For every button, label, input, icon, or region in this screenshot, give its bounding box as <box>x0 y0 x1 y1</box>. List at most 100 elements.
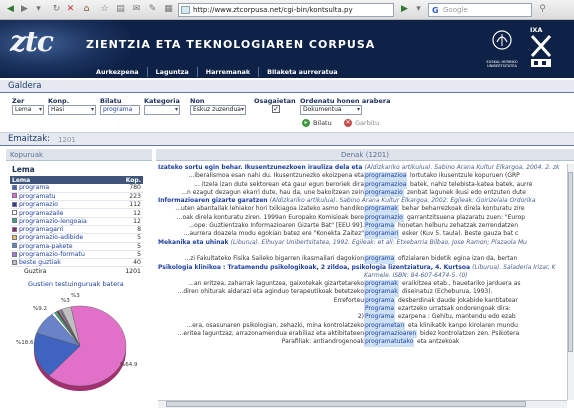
keyword-match[interactable]: programak <box>364 280 399 289</box>
label-zer: Zer <box>12 97 25 105</box>
keyword-match[interactable]: programatutako <box>364 338 415 347</box>
concordance-line: ...uten abantailak lehiakor hori txikiag… <box>158 205 574 214</box>
search-go-icon[interactable]: ⚲ <box>536 3 549 16</box>
table-row[interactable]: programazaile 12 <box>10 208 143 218</box>
right-context: esker (Kuv 5. taula). Beste gauza bat c <box>402 230 519 238</box>
pie-chart: %3 %3 %9.2 %18.6 %64.9 <box>8 288 152 396</box>
keyword-match[interactable]: programa <box>364 255 396 264</box>
keyword-match[interactable]: programazio <box>364 188 404 198</box>
keyword-match[interactable]: Programa <box>364 222 395 231</box>
all-results-title: Denak <box>341 151 364 159</box>
column-header-kop[interactable]: Kop. <box>116 176 143 184</box>
right-context: batek, nahiz telebista-katea batek, aurr… <box>410 180 533 188</box>
keyword-match[interactable]: Programa <box>364 305 395 314</box>
pie-label: %9.2 <box>33 306 47 312</box>
nav-aurkezpena[interactable]: Aurkezpena <box>88 67 147 77</box>
source-title: Izateko sortu egin behar. Ikusentzunezko… <box>158 164 365 171</box>
lema-cell[interactable]: programazio <box>10 200 117 210</box>
lema-cell[interactable]: programa <box>10 184 117 193</box>
lema-cell[interactable]: programazio-lengoaia <box>10 217 117 227</box>
edit-icon[interactable]: ✎ <box>146 3 159 16</box>
source-link[interactable]: Izateko sortu egin behar. Ikusentzunezko… <box>158 164 560 171</box>
forward-icon[interactable]: ▶ <box>18 3 31 16</box>
source-link[interactable]: Psikologia klinikoa : Tratamendu psikolo… <box>158 264 556 271</box>
dropdown-icon[interactable]: ▾ <box>32 3 45 16</box>
keyword-match[interactable]: programari <box>364 230 400 239</box>
stop-icon[interactable]: ✕ <box>64 3 77 16</box>
page-icon[interactable]: ▦ <box>162 3 175 16</box>
table-row[interactable]: beste guztiak 40 <box>10 258 143 268</box>
concordance-line: ... itzela izan dute sektorean eta gaur … <box>158 180 574 189</box>
lema-cell[interactable]: programatu <box>10 192 117 202</box>
table-row[interactable]: programazio-formatu 5 <box>10 250 143 260</box>
keyword-match[interactable]: programazioa <box>364 180 408 189</box>
ordena-select[interactable]: Dokumentua <box>300 105 362 115</box>
konp-select[interactable]: Hasi <box>48 105 96 115</box>
column-header-lema[interactable]: Lema <box>10 176 117 184</box>
table-row[interactable]: programazio-lengoaia 12 <box>10 217 143 227</box>
reload-icon[interactable]: ↻ <box>50 3 63 16</box>
table-row[interactable]: programa-pakete 5 <box>10 242 143 251</box>
keyword-match[interactable]: Programa <box>364 313 395 322</box>
bilatu-input[interactable]: programa <box>100 105 140 115</box>
keyword-match[interactable]: programazioa <box>364 172 408 181</box>
horizontal-scroll-thumb[interactable] <box>166 401 526 407</box>
left-context: Erreforteu <box>333 296 364 304</box>
search-button[interactable]: ▸ Bilatu <box>302 118 332 129</box>
osagaietan-checkbox[interactable]: ✓ <box>272 105 280 113</box>
go-icon[interactable]: ▶ <box>398 3 411 16</box>
print-icon[interactable]: ▤ <box>114 3 127 16</box>
keyword-match[interactable]: programak <box>364 205 399 214</box>
source-meta: (Aldizkariko artikulua). Sabino Arana Ku… <box>269 197 536 205</box>
concordance-line: ...an eritzea, zaharrak laguntzea, gaixo… <box>158 280 574 289</box>
source-line: Psikologia klinikoa : Tratamendu psikolo… <box>158 264 574 272</box>
browser-search-input[interactable]: G Google <box>428 3 532 17</box>
keyword-match[interactable]: programetan <box>364 321 406 330</box>
concordance-line: ...era, osasunaren psikologian, zehazki,… <box>158 321 574 330</box>
lema-cell[interactable]: programazio-adibide <box>10 233 117 243</box>
table-row[interactable]: programatu 223 <box>10 192 143 202</box>
keyword-match[interactable]: programazioaren <box>364 329 418 339</box>
left-context: ...era, osasunaren psikologian, zehazki,… <box>186 321 364 329</box>
lema-cell[interactable]: programa-pakete <box>10 242 117 251</box>
kategoria-select[interactable] <box>144 105 180 115</box>
clear-button[interactable]: ✕ Garbitu <box>344 118 379 129</box>
mail-icon[interactable]: ✉ <box>130 3 143 16</box>
address-bar[interactable]: http://www.ztcorpusa.net/cgi-bin/kontsul… <box>178 3 394 17</box>
non-select[interactable]: Eskuz zuzendua <box>190 105 246 115</box>
nav-laguntza[interactable]: Laguntza <box>146 67 197 77</box>
label-osagaietan: Osagaietan <box>254 97 296 105</box>
label-ordena: Ordenatu honen arabera <box>300 97 391 105</box>
lema-cell[interactable]: programagarri <box>10 225 117 235</box>
nav-harremanak[interactable]: Harremanak <box>196 67 258 77</box>
lema-cell[interactable]: programazaile <box>10 208 117 218</box>
pie-label: %3 <box>61 298 70 304</box>
source-link[interactable]: Mekanika eta uhinak (Liburua). Elhuyar U… <box>158 239 527 246</box>
table-row[interactable]: programa 780 <box>10 184 143 193</box>
keyword-match[interactable]: programak <box>364 288 399 297</box>
lema-cell[interactable]: beste guztiak <box>10 258 117 268</box>
nav-bilaketa-aurreratua[interactable]: Bilaketa aurreratua <box>258 67 345 77</box>
table-row[interactable]: programagarri 8 <box>10 225 143 235</box>
counts-title: Kopuruak <box>10 151 44 159</box>
site-logo[interactable]: ztc <box>10 25 54 58</box>
back-icon[interactable]: ◀ <box>4 3 17 16</box>
bookmark-icon[interactable]: ☆ <box>98 3 111 16</box>
table-row[interactable]: programazio-adibide 5 <box>10 233 143 243</box>
vertical-scroll-thumb[interactable] <box>568 172 573 352</box>
home-icon[interactable]: ⌂ <box>80 3 93 16</box>
lema-label: programazio-formatu <box>19 251 85 259</box>
zer-select[interactable]: Lema <box>12 105 44 115</box>
total-value: 1201 <box>125 267 141 275</box>
pie-title[interactable]: Gustien testuinguruak batera <box>28 280 124 288</box>
source-link[interactable]: Informazioaren gizarte garatzen (Aldizka… <box>158 197 536 204</box>
bilatu-value: programa <box>103 106 133 113</box>
table-row[interactable]: programazio 112 <box>10 200 143 210</box>
keyword-match[interactable]: programa <box>364 296 396 306</box>
count-cell: 8 <box>116 225 143 235</box>
lema-cell[interactable]: programazio-formatu <box>10 250 117 260</box>
search-engine-icon[interactable]: ▾ <box>412 3 425 16</box>
keyword-match[interactable]: programazio <box>364 213 404 223</box>
ordena-value: Dokumentua <box>303 106 342 113</box>
ehu-label: EUSKAL HERRIKO UNIBERTSITATEA <box>486 60 518 68</box>
